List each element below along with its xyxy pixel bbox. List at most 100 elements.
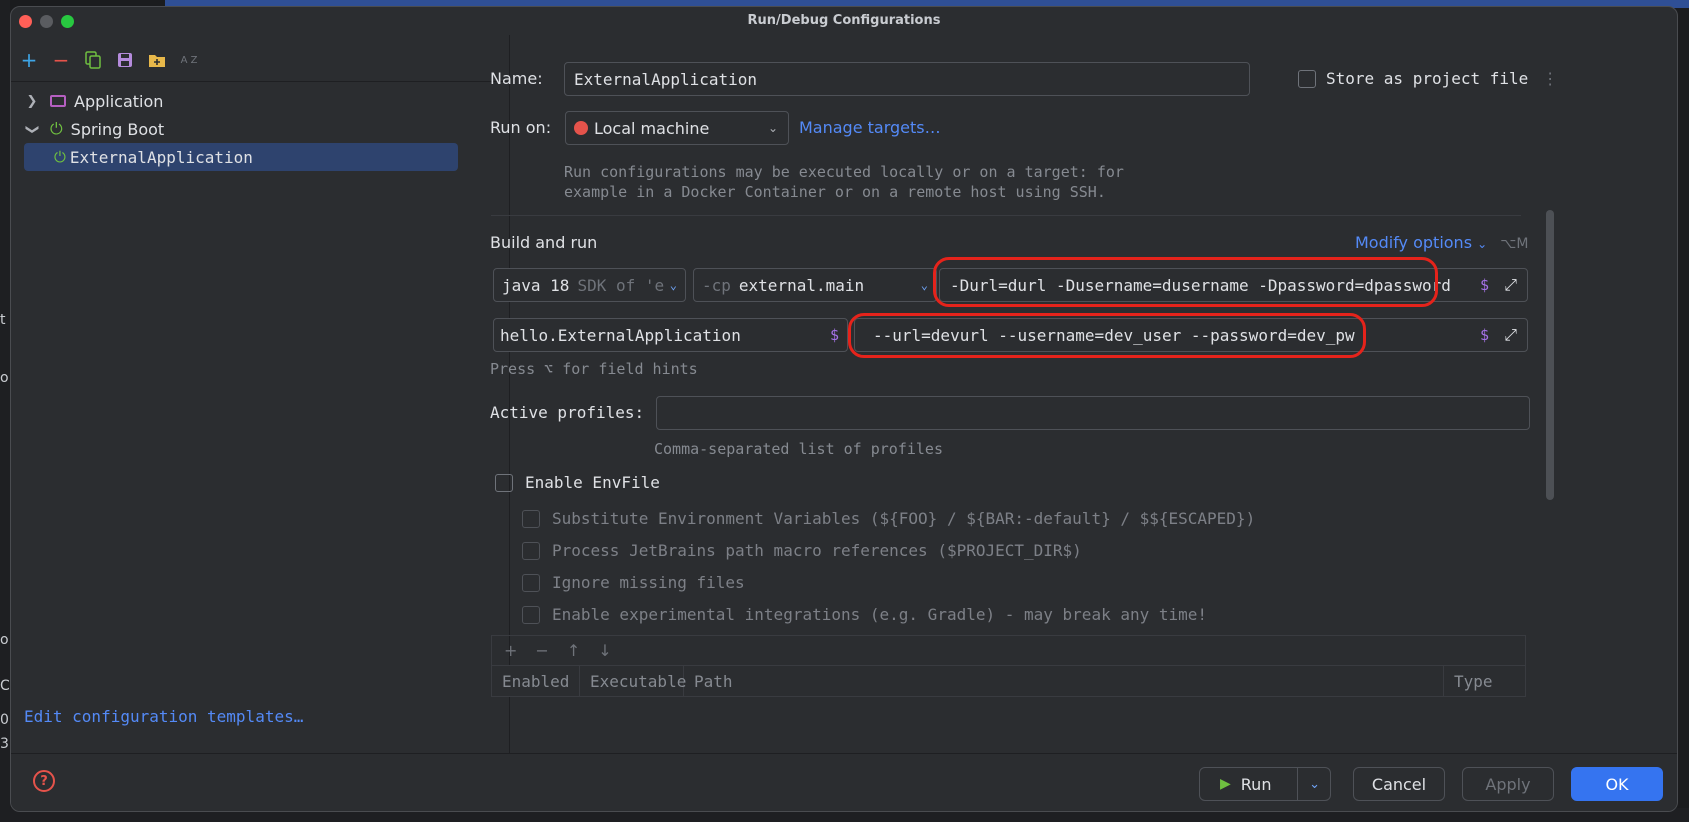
run-split-button: ▶ Run ⌄ [1199, 767, 1331, 801]
background-text: o [0, 370, 9, 386]
dialog-footer: ? ▶ Run ⌄ Cancel Apply OK [11, 753, 1677, 811]
play-icon: ▶ [1220, 776, 1231, 792]
chevron-down-icon: ⌄ [1477, 237, 1488, 251]
add-icon[interactable]: + [19, 48, 39, 72]
chevron-down-icon: ⌄ [767, 121, 778, 135]
column-path[interactable]: Path [684, 666, 1444, 696]
save-icon[interactable] [115, 50, 135, 70]
run-on-value: Local machine [594, 118, 710, 138]
spring-boot-icon: ⏻ [50, 119, 63, 138]
background-text: o [0, 632, 9, 648]
tree-item-label: Spring Boot [70, 119, 165, 139]
jdk-value: java 18 [502, 275, 570, 295]
configurations-sidebar: + − A Z ❯ Application ❯ ⏻ Spring Boot ⏻ [11, 35, 510, 753]
field-hints-text: Press ⌥ for field hints [490, 360, 698, 378]
column-executable[interactable]: Executable [580, 666, 686, 696]
jdk-select[interactable]: java 18 SDK of 'e ⌄ [493, 268, 686, 302]
tree-item-label: Application [74, 91, 164, 111]
env-option-experimental: Enable experimental integrations (e.g. G… [522, 605, 1207, 624]
enable-envfile-option[interactable]: Enable EnvFile [495, 473, 660, 492]
run-on-label: Run on: [490, 118, 552, 137]
spring-power-icon: ⏻ [54, 148, 66, 166]
env-option-path-macro: Process JetBrains path macro references … [522, 541, 1082, 560]
chevron-down-icon: ⌄ [920, 278, 928, 292]
store-as-project-file-checkbox[interactable] [1298, 69, 1316, 88]
substitute-vars-checkbox [522, 509, 540, 528]
window-title: Run/Debug Configurations [747, 13, 941, 28]
tree-item-spring-boot[interactable]: ❯ ⏻ Spring Boot [24, 115, 464, 143]
apply-button[interactable]: Apply [1462, 767, 1554, 801]
remove-row-icon: − [535, 641, 549, 660]
background-text: t [0, 312, 6, 328]
macro-dollar-icon[interactable]: $ [1480, 326, 1489, 344]
main-class-value: hello.ExternalApplication [500, 325, 741, 345]
sort-az-icon[interactable]: A Z [179, 50, 199, 70]
name-input[interactable]: ExternalApplication [564, 62, 1250, 96]
store-as-project-file-option[interactable]: Store as project file ⋮ [1298, 69, 1558, 88]
tree-item-application[interactable]: ❯ Application [24, 87, 464, 115]
highlight-vm-options [933, 257, 1438, 307]
macro-dollar-icon[interactable]: $ [830, 326, 839, 344]
enable-envfile-checkbox[interactable] [495, 473, 513, 492]
active-profiles-label: Active profiles: [490, 403, 645, 422]
manage-targets-link[interactable]: Manage targets… [799, 118, 941, 137]
copy-icon[interactable] [83, 50, 103, 70]
classpath-select[interactable]: -cp external.main ⌄ [693, 268, 937, 302]
edit-configuration-templates-link[interactable]: Edit configuration templates… [24, 707, 303, 726]
ok-button[interactable]: OK [1571, 767, 1663, 801]
name-value: ExternalApplication [574, 69, 758, 89]
modify-options-link[interactable]: Modify options ⌄ ⌥M [1355, 233, 1529, 252]
active-profiles-input[interactable] [656, 396, 1530, 430]
column-type[interactable]: Type [1444, 666, 1525, 696]
expand-icon[interactable]: ⤢ [1504, 275, 1517, 295]
env-option-label: Substitute Environment Variables (${FOO}… [552, 509, 1256, 528]
highlight-program-arguments [848, 313, 1366, 358]
build-and-run-label: Build and run [490, 233, 598, 252]
sidebar-toolbar: + − A Z [19, 48, 199, 72]
application-icon [50, 95, 66, 107]
classpath-value: external.main [738, 275, 865, 295]
folder-add-icon[interactable] [147, 50, 167, 70]
remove-icon[interactable]: − [51, 48, 71, 72]
store-as-project-file-label: Store as project file [1326, 69, 1529, 88]
section-divider [491, 215, 1521, 216]
env-option-label: Enable experimental integrations (e.g. G… [552, 605, 1208, 624]
more-vertical-icon[interactable]: ⋮ [1542, 69, 1558, 88]
classpath-prefix: -cp [702, 275, 731, 295]
chevron-down-icon[interactable]: ⌄ [1309, 777, 1320, 792]
background-text: 3 [0, 736, 9, 752]
cancel-button[interactable]: Cancel [1353, 767, 1445, 801]
expand-icon[interactable]: ⤢ [1504, 325, 1517, 345]
split-divider [1297, 768, 1298, 800]
main-class-input[interactable]: hello.ExternalApplication $ [493, 318, 848, 352]
move-up-icon: ↑ [566, 641, 581, 660]
run-on-select[interactable]: Local machine ⌄ [565, 111, 789, 145]
help-icon[interactable]: ? [33, 770, 55, 792]
configuration-editor: Name: ExternalApplication Store as proje… [490, 35, 1677, 753]
house-icon [574, 121, 588, 135]
chevron-down-icon[interactable]: ❯ [25, 121, 40, 137]
env-option-label: Ignore missing files [552, 573, 745, 592]
scrollbar[interactable] [1546, 210, 1554, 500]
enable-envfile-label: Enable EnvFile [525, 473, 660, 492]
add-row-icon: + [504, 641, 518, 660]
background-app-edge [0, 0, 10, 822]
run-button[interactable]: Run [1241, 775, 1272, 794]
chevron-down-icon: ⌄ [669, 278, 677, 292]
run-debug-dialog: Run/Debug Configurations + − A Z ❯ Appli… [10, 6, 1678, 812]
profiles-hint: Comma-separated list of profiles [654, 440, 943, 458]
env-option-substitute: Substitute Environment Variables (${FOO}… [522, 509, 1255, 528]
column-enabled[interactable]: Enabled [492, 666, 580, 696]
tree-item-external-application[interactable]: ⏻ ExternalApplication [24, 143, 458, 171]
modify-options-shortcut: ⌥M [1500, 236, 1529, 252]
ignore-missing-checkbox [522, 573, 540, 592]
name-label: Name: [490, 69, 543, 88]
modify-options-label: Modify options [1355, 233, 1473, 252]
move-down-icon: ↓ [598, 641, 612, 660]
tree-item-label: ExternalApplication [69, 147, 253, 167]
chevron-right-icon[interactable]: ❯ [24, 94, 40, 109]
run-on-hint-line2: example in a Docker Container or on a re… [564, 183, 1106, 201]
background-text: 0 [0, 712, 9, 728]
envfile-table-toolbar: + − ↑ ↓ [491, 635, 1526, 665]
macro-dollar-icon[interactable]: $ [1480, 276, 1489, 294]
